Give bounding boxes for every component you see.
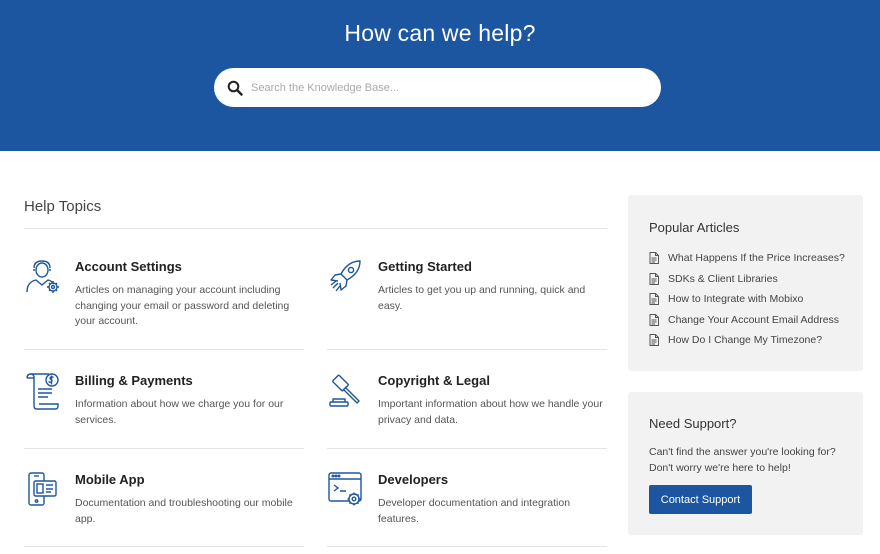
article-link[interactable]: What Happens If the Price Increases? [668, 252, 845, 264]
popular-articles-list: What Happens If the Price Increases? SDK… [649, 248, 845, 351]
popular-articles-card: Popular Articles What Happens If the Pri… [628, 195, 863, 371]
topic-description: Important information about how we handl… [378, 398, 603, 426]
help-topics-heading: Help Topics [24, 198, 102, 215]
mobile-app-icon [24, 471, 62, 509]
topic-title[interactable]: Account Settings [75, 259, 182, 274]
support-title: Need Support? [649, 416, 737, 431]
document-icon [649, 272, 659, 285]
developer-icon [327, 471, 365, 509]
divider [24, 448, 304, 449]
gavel-icon [327, 372, 365, 410]
topic-description: Information about how we charge you for … [75, 398, 284, 426]
popular-articles-title: Popular Articles [649, 220, 740, 235]
list-item[interactable]: How Do I Change My Timezone? [649, 330, 845, 351]
article-link[interactable]: How Do I Change My Timezone? [668, 334, 822, 346]
topic-title[interactable]: Developers [378, 472, 448, 487]
document-icon [649, 313, 659, 326]
topic-title[interactable]: Getting Started [378, 259, 472, 274]
topic-title[interactable]: Mobile App [75, 472, 145, 487]
topic-description: Developer documentation and integration … [378, 497, 571, 525]
article-link[interactable]: SDKs & Client Libraries [668, 273, 778, 285]
document-icon [649, 252, 659, 265]
topic-description: Documentation and troubleshooting our mo… [75, 497, 293, 525]
support-text: Can't find the answer you're looking for… [649, 446, 836, 474]
divider [327, 546, 607, 547]
hero-title: How can we help? [344, 20, 536, 46]
divider [24, 349, 304, 350]
divider [24, 228, 607, 229]
article-link[interactable]: How to Integrate with Mobixo [668, 293, 803, 305]
divider [327, 349, 607, 350]
search-input[interactable] [251, 81, 641, 94]
document-icon [649, 293, 659, 306]
topic-getting-started[interactable]: Getting Started Articles to get you up a… [327, 258, 607, 338]
list-item[interactable]: What Happens If the Price Increases? [649, 248, 845, 269]
rocket-icon [327, 258, 365, 296]
article-link[interactable]: Change Your Account Email Address [668, 314, 839, 326]
search-icon[interactable] [227, 80, 243, 96]
divider [327, 448, 607, 449]
list-item[interactable]: Change Your Account Email Address [649, 310, 845, 331]
account-settings-icon [24, 258, 62, 296]
support-card: Need Support? Can't find the answer you'… [628, 392, 863, 535]
divider [24, 546, 304, 547]
topic-title[interactable]: Billing & Payments [75, 373, 193, 388]
topic-mobile-app[interactable]: Mobile App Documentation and troubleshoo… [24, 471, 304, 531]
topic-account-settings[interactable]: Account Settings Articles on managing yo… [24, 258, 304, 338]
topic-description: Articles to get you up and running, quic… [378, 284, 586, 312]
list-item[interactable]: How to Integrate with Mobixo [649, 289, 845, 310]
billing-icon [24, 372, 62, 410]
topic-billing-payments[interactable]: Billing & Payments Information about how… [24, 372, 304, 442]
document-icon [649, 334, 659, 347]
topic-developers[interactable]: Developers Developer documentation and i… [327, 471, 607, 531]
list-item[interactable]: SDKs & Client Libraries [649, 269, 845, 290]
topic-copyright-legal[interactable]: Copyright & Legal Important information … [327, 372, 607, 442]
topic-description: Articles on managing your account includ… [75, 284, 290, 327]
contact-support-button[interactable]: Contact Support [649, 485, 752, 514]
topic-title[interactable]: Copyright & Legal [378, 373, 490, 388]
hero-banner: How can we help? [0, 0, 880, 151]
search-box[interactable] [214, 68, 661, 107]
